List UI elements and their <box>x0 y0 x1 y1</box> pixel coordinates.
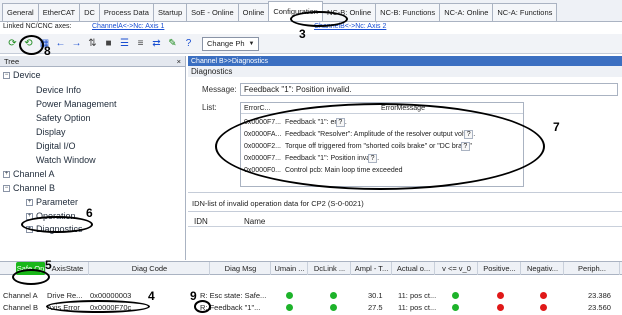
list-icon[interactable]: ☰ <box>118 37 131 50</box>
expand-icon[interactable]: + <box>26 199 33 207</box>
change-phase-label: Change Ph <box>207 39 245 48</box>
save-icon[interactable]: ■ <box>102 37 115 50</box>
import-icon[interactable]: ⇅ <box>86 37 99 50</box>
tree-item-channel-b[interactable]: − Channel B <box>3 183 55 193</box>
callout-number: 7 <box>553 120 560 134</box>
tree-title: Tree <box>4 56 20 66</box>
tree-item-device-info[interactable]: Device Info <box>36 85 81 95</box>
change-phase-dropdown[interactable]: Change Ph ▼ <box>202 36 260 51</box>
filter-icon[interactable]: ≡ <box>134 37 147 50</box>
cell-actual: 11: pos ct... <box>398 291 436 300</box>
column-periph[interactable]: Periph... <box>565 262 620 275</box>
tree-item-watch-window[interactable]: Watch Window <box>36 155 96 165</box>
column-actual-o[interactable]: Actual o... <box>393 262 435 275</box>
status-dot-green <box>452 304 459 311</box>
tree-item-device[interactable]: − Device <box>3 70 41 80</box>
column-axis-state[interactable]: AxisState <box>47 262 89 275</box>
tree-item-display[interactable]: Display <box>36 127 66 137</box>
column-diag-msg[interactable]: Diag Msg <box>211 262 271 275</box>
message-label: Message: <box>202 85 237 94</box>
cell-ampl-temp: 30.1 <box>368 291 383 300</box>
column-idn[interactable]: IDN <box>194 217 208 226</box>
cell-channel: Channel B <box>3 303 39 312</box>
divider <box>188 192 622 193</box>
message-field[interactable]: Feedback "1": Position invalid. <box>240 83 618 96</box>
collapse-icon[interactable]: − <box>3 185 10 193</box>
callout-ring-configuration <box>290 11 348 27</box>
callout-number: 4 <box>148 289 155 303</box>
column-error-code[interactable]: ErrorC... <box>244 105 270 112</box>
status-dot-green <box>286 292 293 299</box>
forward-icon[interactable]: → <box>70 37 83 50</box>
callout-number: 6 <box>86 206 93 220</box>
idn-list-title: IDN-list of invalid operation data for C… <box>192 199 364 208</box>
callout-number: 9 <box>190 289 197 303</box>
tab-startup[interactable]: Startup <box>152 3 188 21</box>
list-label: List: <box>202 103 217 112</box>
refresh-icon[interactable]: ⟳ <box>6 37 19 50</box>
column-positive[interactable]: Positive... <box>479 262 521 275</box>
callout-number: 5 <box>45 258 52 272</box>
column-v-le-v0[interactable]: v <= v_0 <box>436 262 478 275</box>
tree-item-parameter[interactable]: + Parameter <box>26 197 78 207</box>
tree-item-channel-a[interactable]: + Channel A <box>3 169 55 179</box>
back-icon[interactable]: ← <box>54 37 67 50</box>
tree-item-digital-io[interactable]: Digital I/O <box>36 141 76 151</box>
status-dot-red <box>540 304 547 311</box>
cell-periph: 23.386 <box>588 291 611 300</box>
panel-header: Channel B>>Diagnostics <box>188 56 622 66</box>
expand-icon[interactable]: + <box>3 171 10 179</box>
status-dot-green <box>330 304 337 311</box>
callout-number: 8 <box>44 44 51 58</box>
column-dclink[interactable]: DcLink ... <box>309 262 351 275</box>
column-umain[interactable]: Umain ... <box>272 262 308 275</box>
tab-online[interactable]: Online <box>237 3 270 21</box>
linked-axes-label: Linked NC/CNC axes: <box>3 23 72 30</box>
tree-header: Tree × <box>0 56 185 67</box>
tab-general[interactable]: General <box>2 3 39 21</box>
tab-dc[interactable]: DC <box>79 3 100 21</box>
cell-actual: 11: pos ct... <box>398 303 436 312</box>
column-diag-code[interactable]: Diag Code <box>90 262 210 275</box>
cell-channel: Channel A <box>3 291 38 300</box>
tree-item-safety-option[interactable]: Safety Option <box>36 113 91 123</box>
tab-ncb-functions[interactable]: NC-B: Functions <box>375 3 441 21</box>
tool-icon[interactable]: ✎ <box>166 37 179 50</box>
status-grid-header: Safe Op AxisState Diag Code Diag Msg Uma… <box>0 261 622 275</box>
callout-ring-diagnostics <box>21 216 93 233</box>
cell-ampl-temp: 27.5 <box>368 303 383 312</box>
callout-ring-axis-error <box>46 300 150 313</box>
cell-periph: 23.560 <box>588 303 611 312</box>
status-dot-green <box>286 304 293 311</box>
idn-table-header: IDN Name <box>188 216 622 227</box>
collapse-icon[interactable]: − <box>3 72 10 80</box>
tab-nca-functions[interactable]: NC-A: Functions <box>492 3 558 21</box>
tab-process-data[interactable]: Process Data <box>98 3 154 21</box>
callout-number: 3 <box>299 27 306 41</box>
tab-nca-online[interactable]: NC-A: Online <box>439 3 494 21</box>
tab-ethercat[interactable]: EtherCAT <box>37 3 81 21</box>
status-dot-red <box>540 292 547 299</box>
status-dot-red <box>497 304 504 311</box>
compare-icon[interactable]: ⇄ <box>150 37 163 50</box>
close-icon[interactable]: × <box>177 57 181 66</box>
tab-soe-online[interactable]: SoE - Online <box>186 3 239 21</box>
section-title: Diagnostics <box>188 66 622 77</box>
divider <box>188 211 622 212</box>
status-dot-red <box>497 292 504 299</box>
column-ampl-temp[interactable]: Ampl - T... <box>352 262 392 275</box>
chevron-down-icon: ▼ <box>248 40 255 47</box>
link-axis-1[interactable]: ChannelA<->Nc: Axis 1 <box>92 23 164 30</box>
toolbar: ⟳ ⟲ ▦ ← → ⇅ ■ ☰ ≡ ⇄ ✎ ? Change Ph ▼ <box>0 34 622 54</box>
status-dot-green <box>330 292 337 299</box>
column-negative[interactable]: Negativ... <box>522 262 564 275</box>
cell-diag-msg: R: Esc state: Safe... <box>200 291 267 300</box>
status-dot-green <box>452 292 459 299</box>
column-name[interactable]: Name <box>244 217 265 226</box>
callout-ring-error-list <box>215 103 545 190</box>
help-icon[interactable]: ? <box>182 37 195 50</box>
callout-ring-toolbar <box>19 35 44 55</box>
tree-item-power-management[interactable]: Power Management <box>36 99 117 109</box>
